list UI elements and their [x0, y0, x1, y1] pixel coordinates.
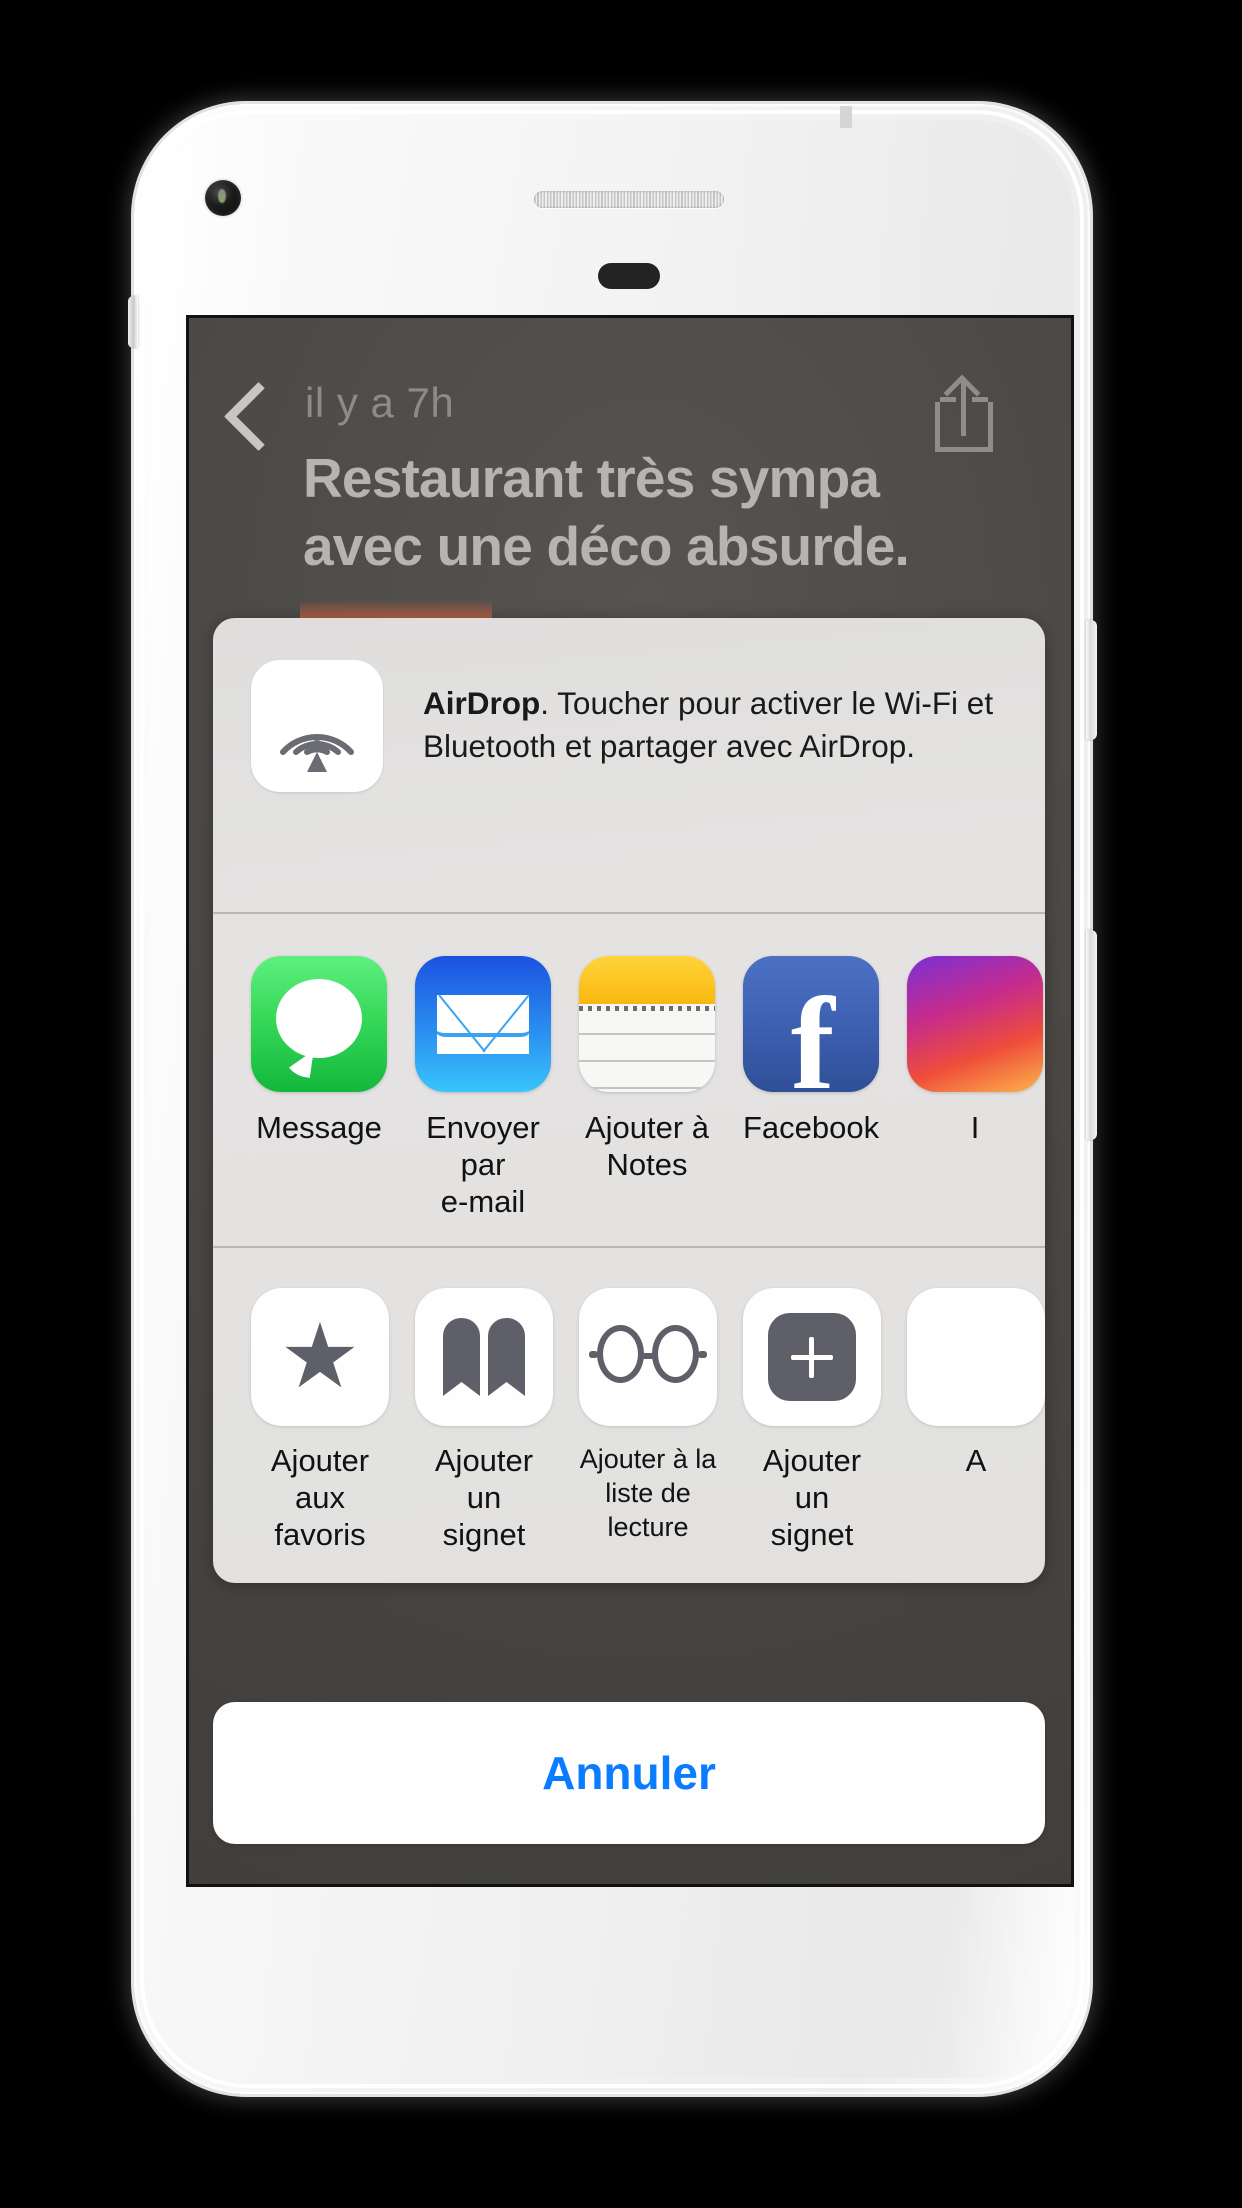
- action-more[interactable]: A: [907, 1288, 1045, 1553]
- app-label: Message: [256, 1110, 382, 1145]
- action-add-bookmark[interactable]: Ajouter un signet: [415, 1288, 553, 1553]
- mail-app-icon: [415, 956, 551, 1092]
- plus-icon: [743, 1288, 881, 1426]
- screenshot-stage: il y a 7h Restaurant très sympa avec une…: [0, 0, 1242, 2208]
- app-label: I: [970, 1110, 980, 1145]
- action-label: Ajouter à la liste de lecture: [579, 1444, 717, 1542]
- antenna-band: [840, 106, 852, 128]
- action-label: Ajouter un signet: [434, 1443, 534, 1552]
- earpiece-speaker-icon: [534, 191, 724, 208]
- instagram-app-icon: [907, 956, 1043, 1092]
- action-add-to-favorites[interactable]: ★ Ajouter aux favoris: [251, 1288, 389, 1553]
- app-label: Ajouter à Notes: [584, 1110, 710, 1182]
- share-target-mail[interactable]: Envoyer par e-mail: [415, 956, 551, 1220]
- airdrop-icon: [251, 660, 383, 792]
- back-button[interactable]: [222, 378, 266, 452]
- glasses-icon: [579, 1288, 717, 1426]
- airdrop-message: AirDrop. Toucher pour activer le Wi-Fi e…: [423, 682, 1003, 768]
- action-add-to-reading-list[interactable]: Ajouter à la liste de lecture: [579, 1288, 717, 1553]
- share-sheet: AirDrop. Toucher pour activer le Wi-Fi e…: [213, 618, 1045, 1583]
- app-label: Facebook: [743, 1110, 880, 1145]
- proximity-sensor-icon: [598, 263, 660, 289]
- airdrop-section[interactable]: AirDrop. Toucher pour activer le Wi-Fi e…: [213, 618, 1045, 912]
- facebook-app-icon: f: [743, 956, 879, 1092]
- power-button[interactable]: [1086, 930, 1097, 1140]
- cancel-button[interactable]: Annuler: [213, 1702, 1045, 1844]
- messages-app-icon: [251, 956, 387, 1092]
- notes-app-icon: [579, 956, 715, 1092]
- page-title: Restaurant très sympa avec une déco absu…: [303, 447, 910, 577]
- article-accent-strip: [300, 600, 492, 618]
- action-add-bookmark-2[interactable]: Ajouter un signet: [743, 1288, 881, 1553]
- silent-switch[interactable]: [128, 296, 138, 348]
- share-target-message[interactable]: Message: [251, 956, 387, 1220]
- star-icon: ★: [251, 1288, 389, 1426]
- airdrop-name: AirDrop: [423, 685, 541, 721]
- action-label: A: [965, 1443, 987, 1478]
- timestamp-label: il y a 7h: [305, 379, 455, 426]
- apps-section: Message Envoyer par e-mail Ajouter à Not…: [213, 914, 1045, 1246]
- actions-section: ★ Ajouter aux favoris Ajouter un signet: [213, 1248, 1045, 1583]
- app-label: Envoyer par e-mail: [426, 1110, 540, 1219]
- share-target-instagram[interactable]: I: [907, 956, 1043, 1220]
- more-icon: [907, 1288, 1045, 1426]
- action-label: Ajouter un signet: [762, 1443, 862, 1552]
- action-label: Ajouter aux favoris: [270, 1443, 370, 1552]
- share-button[interactable]: [935, 374, 997, 454]
- front-camera-icon: [205, 180, 241, 216]
- book-icon: [415, 1288, 553, 1426]
- share-target-facebook[interactable]: f Facebook: [743, 956, 879, 1220]
- volume-button[interactable]: [1086, 620, 1097, 740]
- share-target-notes[interactable]: Ajouter à Notes: [579, 956, 715, 1220]
